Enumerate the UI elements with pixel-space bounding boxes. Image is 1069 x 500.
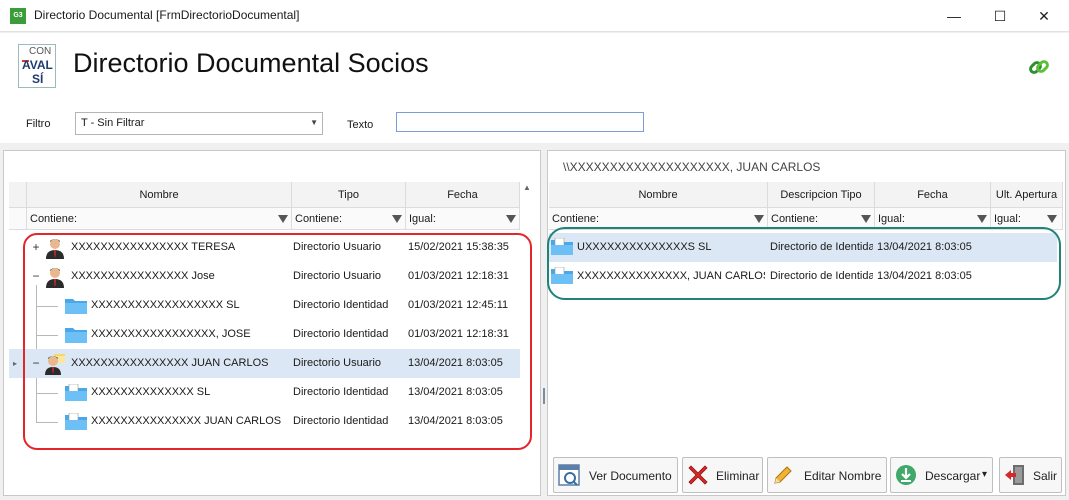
editar-nombre-button[interactable]: Editar Nombre	[767, 457, 887, 493]
conavalsi-logo: CON AVAL SÍ	[18, 44, 56, 88]
filter-nombre-op: Contiene:	[552, 213, 600, 225]
filter-tipo-op: Contiene:	[295, 213, 343, 225]
funnel-icon[interactable]	[506, 215, 516, 223]
funnel-icon[interactable]	[392, 215, 402, 223]
filtro-label: Filtro	[26, 118, 51, 130]
ver-documento-label: Ver Documento	[589, 469, 672, 483]
link-icon[interactable]	[1027, 55, 1051, 79]
column-descripcion-tipo[interactable]: Descripcion Tipo	[768, 182, 875, 208]
download-icon	[896, 465, 916, 485]
delete-x-icon	[688, 465, 708, 485]
close-button[interactable]: ✕	[1021, 0, 1067, 32]
view-document-icon	[558, 464, 580, 486]
row-indicator-icon: ▸	[13, 359, 18, 368]
descargar-button[interactable]: Descargar ▾	[890, 457, 993, 493]
left-header-indicator	[9, 182, 27, 208]
logo-line-3: SÍ	[32, 72, 44, 86]
filter-nombre-op: Contiene:	[30, 213, 78, 225]
page-title: Directorio Documental Socios	[73, 48, 429, 78]
minimize-button[interactable]: —	[931, 0, 977, 32]
funnel-icon[interactable]	[977, 215, 987, 223]
maximize-button[interactable]: ☐	[977, 0, 1023, 32]
column-ult-apertura[interactable]: Ult. Apertura	[991, 182, 1063, 208]
salir-label: Salir	[1033, 469, 1058, 483]
column-nombre[interactable]: Nombre	[549, 182, 768, 208]
splitter-grip[interactable]	[543, 388, 545, 404]
funnel-icon[interactable]	[861, 215, 871, 223]
column-fecha[interactable]: Fecha	[406, 182, 520, 208]
filter-descripcion-op: Contiene:	[771, 213, 819, 225]
red-highlight-outline	[23, 233, 532, 450]
pencil-icon	[774, 466, 792, 484]
exit-door-icon	[1005, 465, 1024, 485]
filter-fecha[interactable]: Igual:	[406, 208, 520, 230]
texto-input[interactable]	[396, 112, 644, 132]
filter-fecha-op: Igual:	[409, 213, 436, 225]
filter-nombre[interactable]: Contiene:	[27, 208, 292, 230]
title-bar: G3 Directorio Documental [FrmDirectorioD…	[0, 0, 1069, 32]
filter-fecha-op: Igual:	[878, 213, 905, 225]
window-title: Directorio Documental [FrmDirectorioDocu…	[34, 8, 300, 22]
descargar-dropdown-icon[interactable]: ▾	[982, 469, 987, 480]
descargar-label: Descargar	[925, 469, 981, 483]
column-nombre[interactable]: Nombre	[27, 182, 292, 208]
editar-nombre-label: Editar Nombre	[804, 469, 882, 483]
filter-ult-op: Igual:	[994, 213, 1021, 225]
scroll-up-icon[interactable]: ▲	[523, 183, 531, 192]
funnel-icon[interactable]	[1047, 215, 1057, 223]
funnel-icon[interactable]	[278, 215, 288, 223]
column-tipo[interactable]: Tipo	[292, 182, 406, 208]
left-filter-row: Contiene: Contiene: Igual:	[9, 208, 520, 230]
chevron-down-icon[interactable]: ▼	[310, 118, 318, 127]
eliminar-label: Eliminar	[716, 469, 760, 483]
column-fecha[interactable]: Fecha	[875, 182, 991, 208]
texto-label: Texto	[347, 119, 374, 131]
filter-indicator	[9, 208, 27, 230]
filtro-select[interactable]: T - Sin Filtrar ▼	[75, 112, 323, 135]
funnel-icon[interactable]	[754, 215, 764, 223]
logo-line-1: CON	[29, 46, 52, 57]
app-icon: G3	[10, 8, 26, 24]
current-path: \\XXXXXXXXXXXXXXXXXXXX, JUAN CARLOS	[563, 160, 821, 174]
filtro-value: T - Sin Filtrar	[81, 117, 145, 129]
eliminar-button[interactable]: Eliminar	[682, 457, 763, 493]
ver-documento-button[interactable]: Ver Documento	[553, 457, 678, 493]
filter-tipo[interactable]: Contiene:	[292, 208, 406, 230]
teal-highlight-outline	[547, 227, 1061, 300]
logo-line-2: AVAL	[22, 58, 53, 72]
salir-button[interactable]: Salir	[999, 457, 1062, 493]
right-grid-header: Nombre Descripcion Tipo Fecha Ult. Apert…	[549, 182, 1063, 208]
left-grid-header: Nombre Tipo Fecha	[9, 182, 520, 208]
